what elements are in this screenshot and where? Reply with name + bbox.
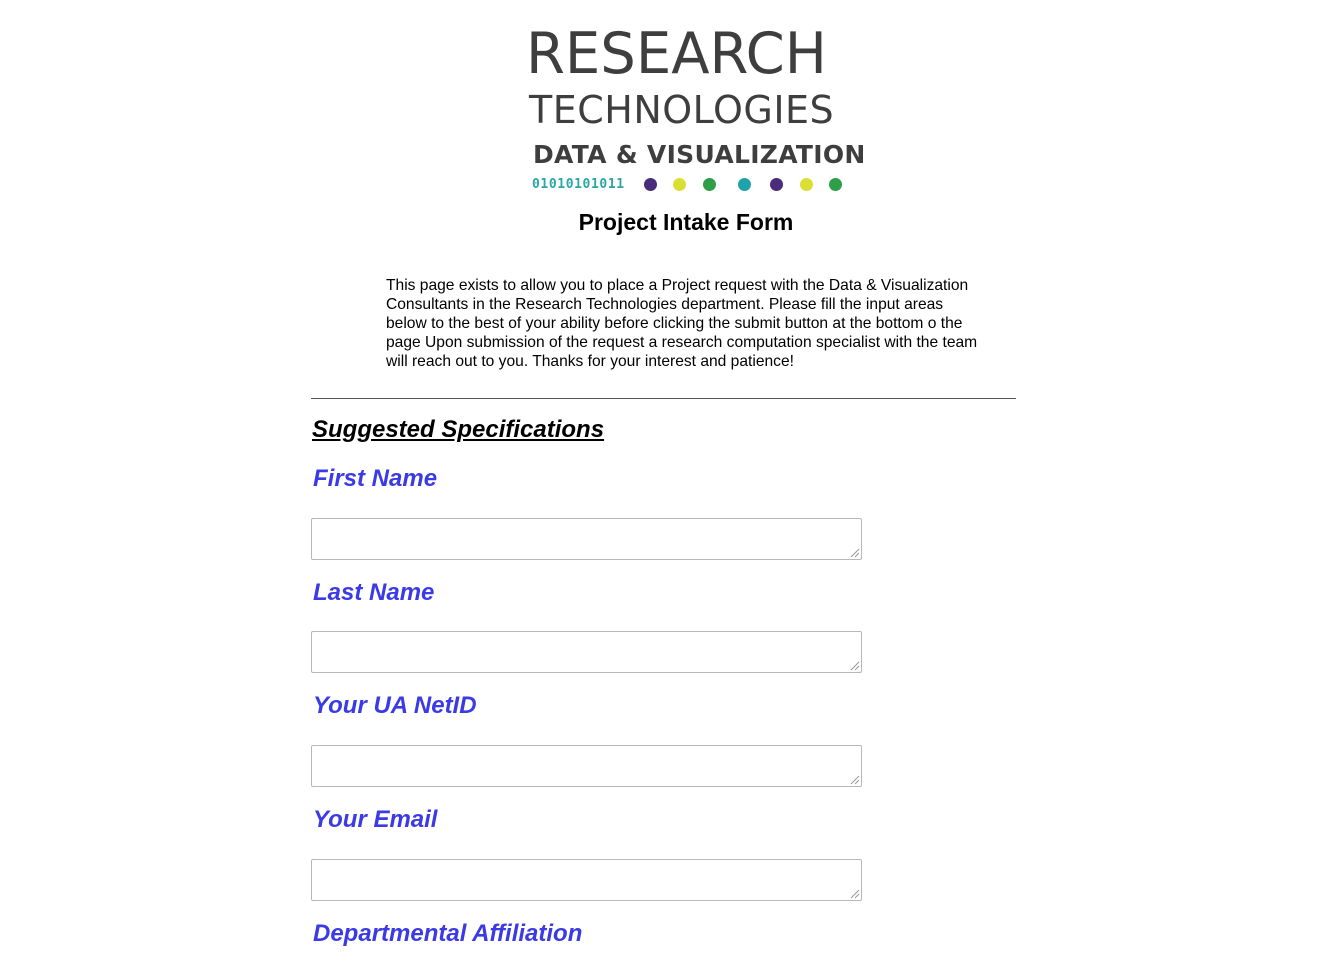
section-heading: Suggested Specifications: [312, 416, 605, 443]
netid-label: Your UA NetID: [313, 692, 477, 719]
resize-grip-icon[interactable]: [848, 773, 860, 785]
logo-line-data-visualization: DATA & VISUALIZATION: [533, 140, 866, 169]
resize-grip-icon[interactable]: [848, 659, 860, 671]
first-name-label: First Name: [313, 465, 438, 492]
resize-grip-icon[interactable]: [848, 887, 860, 899]
logo-dot: [800, 178, 813, 191]
netid-input[interactable]: [311, 745, 862, 787]
email-label: Your Email: [313, 806, 438, 833]
page-title: Project Intake Form: [578, 209, 794, 235]
logo-line-technologies: TECHNOLOGIES: [529, 88, 835, 132]
divider: [311, 398, 1016, 399]
logo-dot: [703, 178, 716, 191]
logo-binary-text: 01010101011: [532, 177, 625, 192]
email-input[interactable]: [311, 859, 862, 901]
logo-dot: [770, 178, 783, 191]
first-name-input[interactable]: [311, 518, 862, 560]
last-name-input[interactable]: [311, 631, 862, 673]
department-label: Departmental Affiliation: [313, 920, 583, 947]
logo-dot: [644, 178, 657, 191]
logo-dot: [673, 178, 686, 191]
resize-grip-icon[interactable]: [848, 546, 860, 558]
intro-paragraph: This page exists to allow you to place a…: [386, 277, 978, 370]
logo-dot: [829, 178, 842, 191]
logo-binary-row: 01010101011: [532, 176, 852, 194]
page: RESEARCH TECHNOLOGIES DATA & VISUALIZATI…: [0, 0, 1322, 969]
logo-line-research: RESEARCH: [526, 20, 827, 88]
research-technologies-logo: RESEARCH TECHNOLOGIES DATA & VISUALIZATI…: [526, 20, 865, 192]
logo-dot: [738, 178, 751, 191]
last-name-label: Last Name: [313, 579, 435, 606]
